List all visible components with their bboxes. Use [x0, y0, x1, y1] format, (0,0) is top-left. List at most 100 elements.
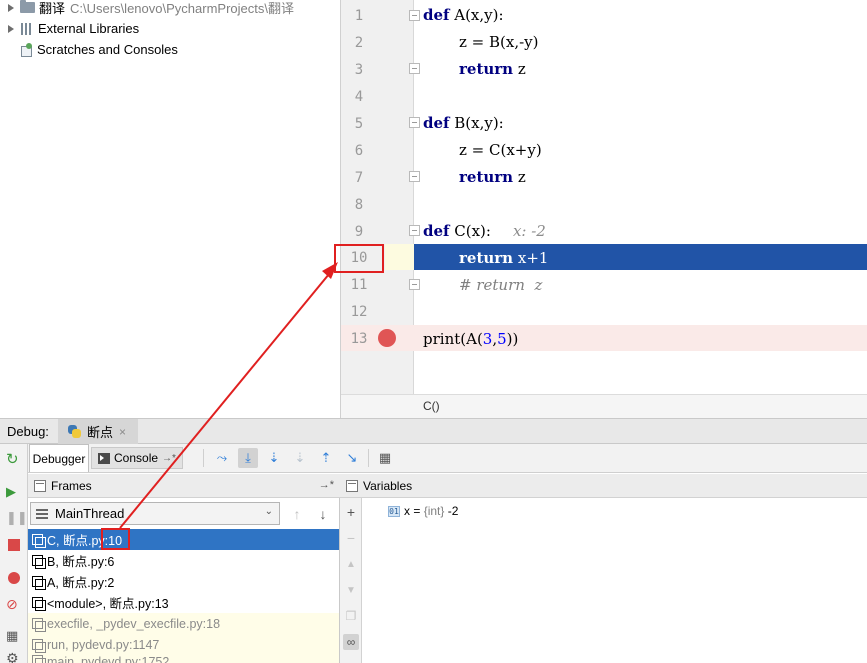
line-number: 1	[354, 8, 364, 24]
copy-icon[interactable]: ❐	[343, 608, 359, 624]
tab-console-label: Console	[114, 451, 159, 465]
rerun-icon[interactable]: ↻	[6, 452, 22, 468]
move-up-icon[interactable]: ▲	[343, 556, 359, 572]
frame-icon	[32, 655, 46, 663]
layout-icon[interactable]: ▦	[6, 628, 22, 644]
frame-row[interactable]: A, 断点.py:2	[28, 571, 339, 592]
frame-row-library[interactable]: main, pydevd.py:1752	[28, 655, 339, 663]
settings-icon[interactable]: ⚙	[6, 650, 22, 663]
debug-session-tab[interactable]: 断点 ×	[58, 419, 138, 444]
tab-debugger[interactable]: Debugger	[29, 444, 89, 472]
keyword: def	[423, 114, 450, 132]
code-text: z = C(x+y)	[459, 141, 542, 159]
remove-watch-icon[interactable]: −	[343, 530, 359, 546]
code-editor[interactable]: 1 2 3 4 5 6 7 8 9 10 11 12 13 def A(x,y)…	[340, 0, 867, 418]
code-line-10[interactable]: return x+1	[459, 245, 548, 272]
debug-tool-window-header: Debug: 断点 ×	[0, 418, 867, 444]
code-line-3[interactable]: return z	[459, 56, 526, 83]
code-text: z	[513, 60, 526, 78]
code-line-2[interactable]: z = B(x,-y)	[459, 29, 539, 56]
fold-icon[interactable]	[409, 225, 420, 236]
line-number: 9	[354, 224, 364, 240]
resume-icon[interactable]: ▶	[6, 484, 22, 500]
run-to-cursor-icon[interactable]: ↘	[342, 448, 362, 468]
number-literal: 3	[482, 330, 493, 348]
step-out-icon[interactable]: ⇡	[316, 448, 336, 468]
show-watches-icon[interactable]: ∞	[343, 634, 359, 650]
pin-icon[interactable]: →*	[319, 479, 334, 491]
tree-item-external-libraries[interactable]: External Libraries	[0, 18, 139, 39]
frame-icon	[32, 617, 46, 632]
step-into-icon[interactable]: ⇣	[264, 448, 284, 468]
keyword: def	[423, 222, 450, 240]
line-number: 12	[350, 304, 368, 320]
fold-icon[interactable]	[409, 279, 420, 290]
editor-breadcrumb-bar: C()	[341, 394, 867, 418]
scratches-icon	[20, 42, 34, 57]
line-number: 4	[354, 89, 364, 105]
keyword: return	[459, 249, 514, 267]
number-literal: 5	[497, 330, 507, 348]
frame-row[interactable]: <module>, 断点.py:13	[28, 592, 339, 613]
code-text: z = B(x,-y)	[459, 33, 539, 51]
variable-equals: =	[410, 504, 424, 518]
force-step-into-icon[interactable]: ⇣	[290, 448, 310, 468]
code-line-11[interactable]: # return z	[459, 272, 542, 299]
tab-console[interactable]: Console →*	[91, 447, 183, 469]
tree-item-project-root[interactable]: 翻译 C:\Users\lenovo\PycharmProjects\翻译	[0, 0, 294, 18]
frame-row-library[interactable]: execfile, _pydev_execfile.py:18	[28, 613, 339, 634]
next-frame-icon[interactable]: ↓	[314, 505, 332, 523]
code-line-6[interactable]: z = C(x+y)	[459, 137, 542, 164]
add-watch-icon[interactable]: +	[343, 504, 359, 520]
code-line-1[interactable]: def A(x,y):	[423, 2, 504, 29]
fold-icon[interactable]	[409, 10, 420, 21]
variable-type: {int}	[423, 504, 445, 518]
code-text: A(x,y):	[449, 6, 504, 24]
expand-arrow-icon[interactable]	[6, 3, 16, 13]
view-breakpoints-icon[interactable]	[6, 570, 22, 586]
line-number: 5	[354, 116, 364, 132]
code-text: ))	[506, 330, 519, 348]
frame-row[interactable]: B, 断点.py:6	[28, 550, 339, 571]
frame-icon	[32, 638, 46, 653]
frame-row-library[interactable]: run, pydevd.py:1147	[28, 634, 339, 655]
line-number: 6	[354, 143, 364, 159]
show-execution-point-icon[interactable]: ⤳	[212, 448, 232, 468]
code-text: z	[513, 168, 526, 186]
step-over-icon[interactable]: ⤓	[238, 448, 258, 468]
pin-icon[interactable]: →*	[162, 453, 176, 464]
expand-arrow-icon[interactable]	[6, 24, 16, 34]
variables-panel: Variables + − ▲ ▼ ❐ ∞ 01 x = {int} -2	[340, 474, 867, 663]
tree-item-scratches[interactable]: Scratches and Consoles	[0, 39, 178, 60]
debug-session-name: 断点	[87, 425, 114, 440]
breakpoint-icon[interactable]	[378, 329, 396, 347]
close-icon[interactable]: ×	[119, 425, 126, 439]
frame-icon	[32, 533, 46, 548]
code-line-5[interactable]: def B(x,y):	[423, 110, 504, 137]
variables-icon	[346, 479, 358, 492]
code-line-13[interactable]: print(A(3,5))	[423, 326, 518, 353]
keyword: return	[459, 60, 514, 78]
fold-icon[interactable]	[409, 171, 420, 182]
frames-icon	[34, 479, 46, 492]
previous-frame-icon[interactable]: ↑	[288, 505, 306, 523]
stop-icon[interactable]	[6, 537, 22, 553]
code-text: x+1	[513, 249, 549, 267]
variable-row[interactable]: 01 x = {int} -2	[388, 504, 458, 518]
fold-icon[interactable]	[409, 63, 420, 74]
thread-dropdown[interactable]: MainThread ⌄	[30, 502, 280, 525]
evaluate-expression-icon[interactable]: ▦	[375, 448, 395, 468]
code-line-7[interactable]: return z	[459, 164, 526, 191]
line-number: 8	[354, 197, 364, 213]
line-number: 11	[350, 277, 368, 293]
fold-icon[interactable]	[409, 117, 420, 128]
pause-icon[interactable]: ❚❚	[6, 510, 28, 526]
frames-title: Frames	[51, 478, 92, 493]
move-down-icon[interactable]: ▼	[343, 582, 359, 598]
frame-row-selected[interactable]: C, 断点.py:10	[28, 529, 339, 550]
code-comment: # return z	[459, 276, 543, 294]
mute-breakpoints-icon[interactable]: ⊘	[6, 596, 22, 612]
keyword: def	[423, 6, 450, 24]
breadcrumb[interactable]: C()	[423, 399, 440, 413]
code-line-9[interactable]: def C(x): x: -2	[423, 218, 546, 245]
